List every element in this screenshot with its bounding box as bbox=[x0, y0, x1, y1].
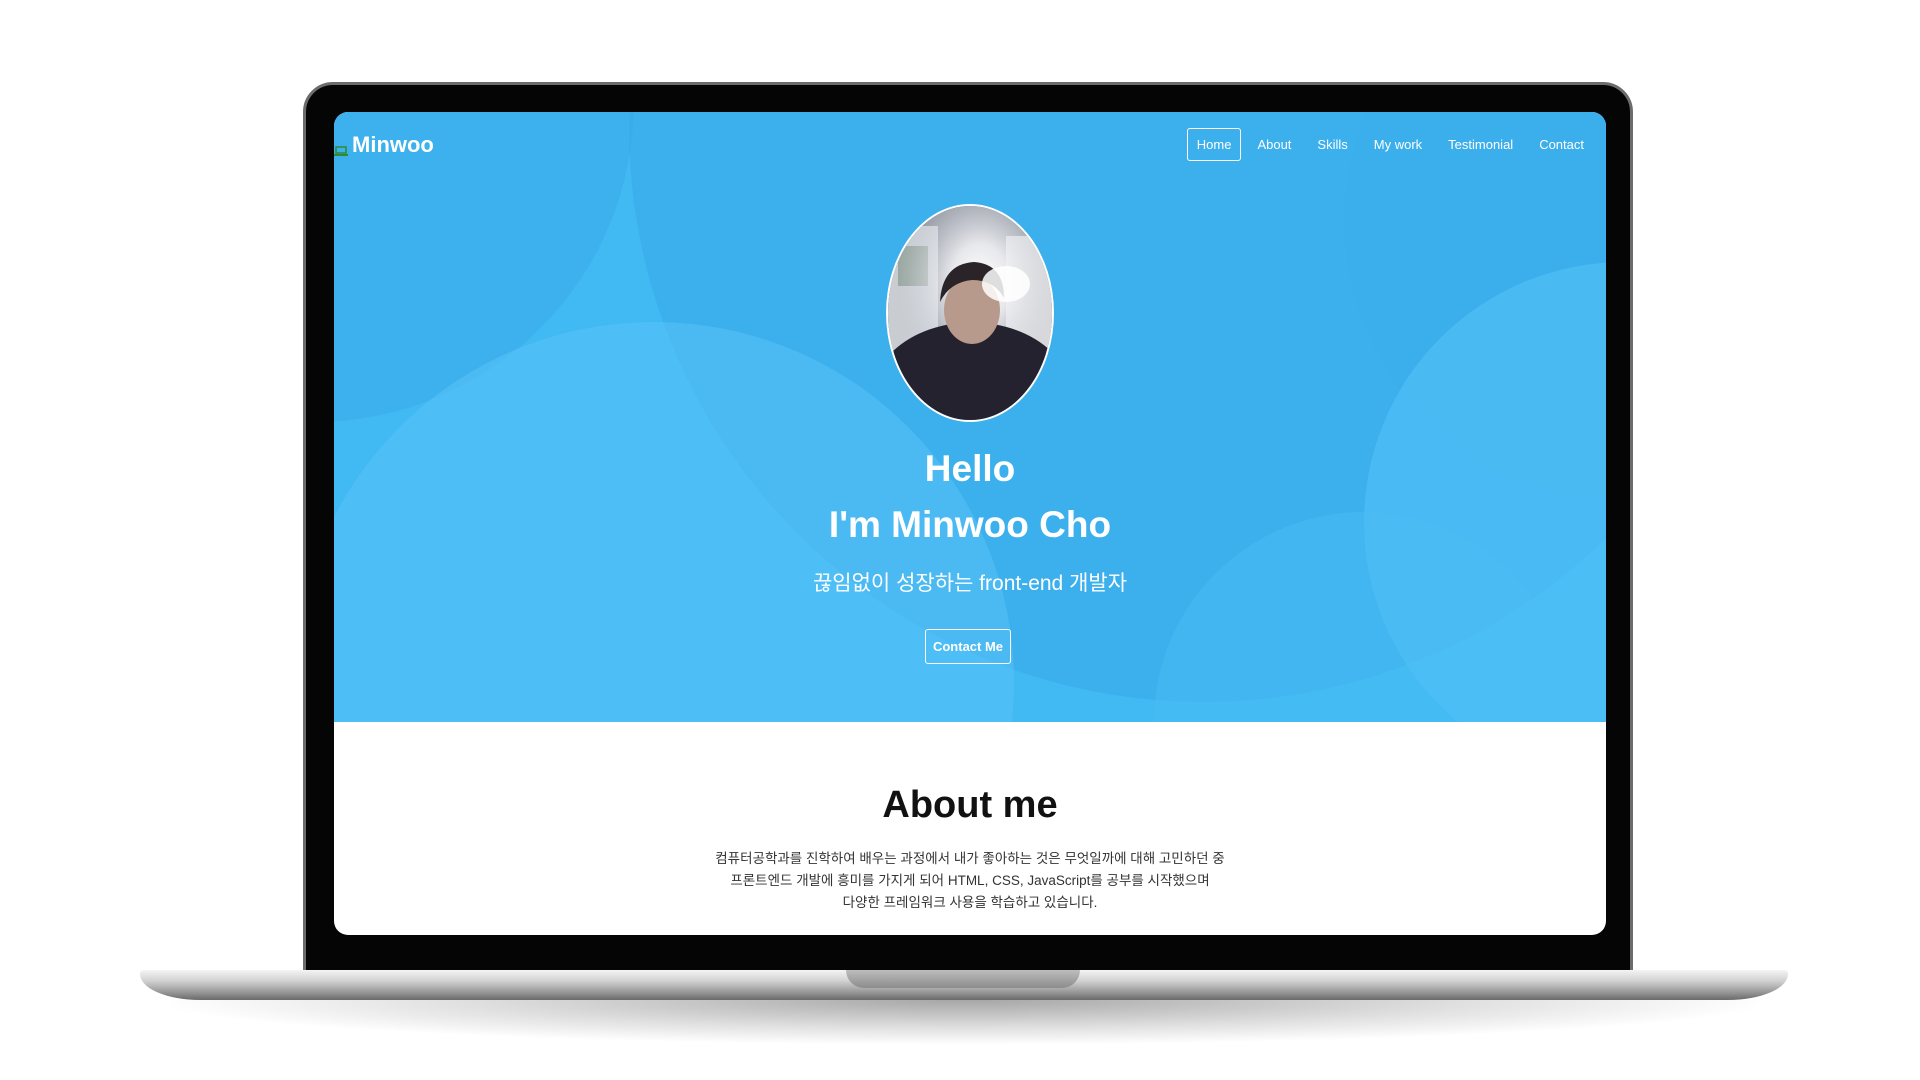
laptop-logo-icon bbox=[334, 138, 348, 156]
laptop-notch bbox=[846, 970, 1080, 988]
laptop-shadow bbox=[170, 1000, 1758, 1044]
nav-item-about[interactable]: About bbox=[1247, 128, 1301, 161]
about-line: 다양한 프레임워크 사용을 학습하고 있습니다. bbox=[842, 895, 1098, 910]
nav-item-my-work[interactable]: My work bbox=[1364, 128, 1432, 161]
navbar: Home About Skills My work Testimonial Co… bbox=[1186, 128, 1594, 161]
hero-section: Minwoo Home About Skills My work Testimo… bbox=[334, 112, 1606, 722]
about-title: About me bbox=[882, 784, 1058, 826]
about-line: 컴퓨터공학과를 진학하여 배우는 과정에서 내가 좋아하는 것은 무엇일까에 대… bbox=[715, 851, 1225, 866]
about-description: 컴퓨터공학과를 진학하여 배우는 과정에서 내가 좋아하는 것은 무엇일까에 대… bbox=[334, 848, 1606, 914]
brand-name: Minwoo bbox=[352, 132, 434, 157]
hero-name: I'm Minwoo Cho bbox=[828, 504, 1112, 545]
about-line: 프론트엔드 개발에 흥미를 가지게 되어 HTML, CSS, JavaScri… bbox=[730, 873, 1210, 888]
nav-item-contact[interactable]: Contact bbox=[1529, 128, 1594, 161]
laptop-screen: Minwoo Home About Skills My work Testimo… bbox=[334, 112, 1606, 935]
nav-item-home[interactable]: Home bbox=[1186, 128, 1242, 161]
contact-me-button[interactable]: Contact Me bbox=[925, 629, 1011, 664]
profile-avatar bbox=[886, 204, 1054, 422]
nav-item-skills[interactable]: Skills bbox=[1307, 128, 1357, 161]
navbar-brand[interactable]: Minwoo bbox=[334, 130, 434, 160]
nav-item-testimonial[interactable]: Testimonial bbox=[1438, 128, 1523, 161]
hero-subtitle: 끊임없이 성장하는 front-end 개발자 bbox=[812, 572, 1128, 595]
hero-greeting: Hello bbox=[924, 448, 1016, 489]
profile-photo-illustration bbox=[888, 206, 1052, 420]
